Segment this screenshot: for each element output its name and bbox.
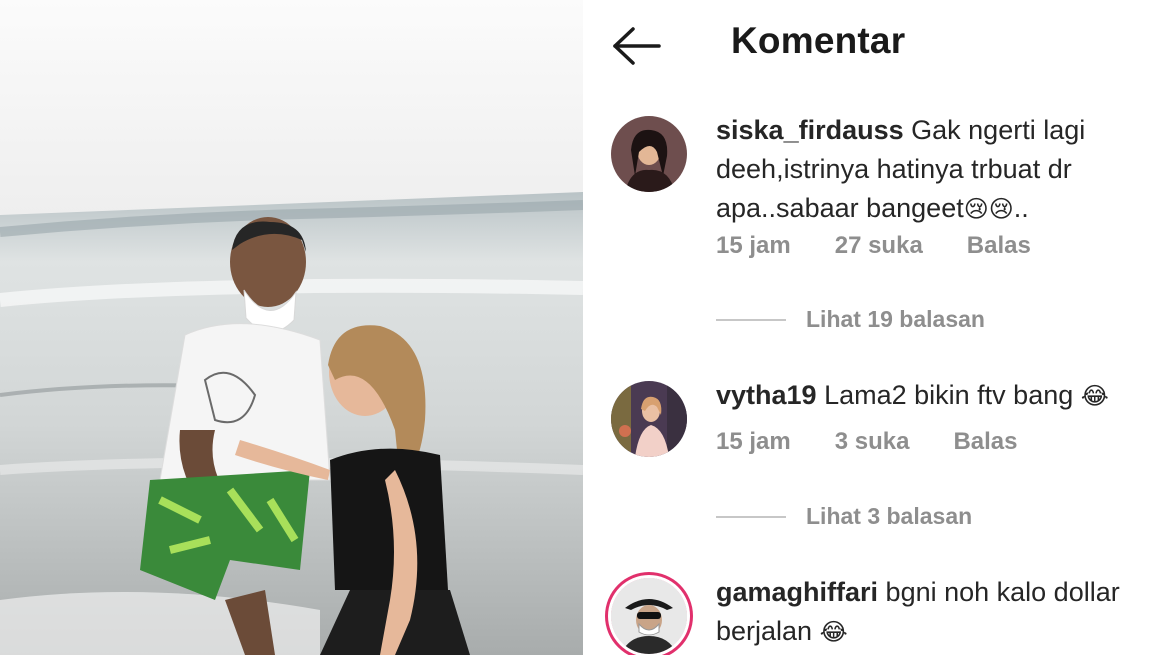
arrow-left-icon <box>613 27 661 65</box>
beach-photo <box>0 0 583 655</box>
comment-time: 15 jam <box>716 428 791 455</box>
comment-username[interactable]: gamaghiffari <box>716 577 878 607</box>
laughing-emoji: 😂 <box>819 618 848 646</box>
view-replies-link[interactable]: Lihat 19 balasan <box>716 306 985 333</box>
page-title: Komentar <box>731 20 906 61</box>
reply-button[interactable]: Balas <box>967 232 1031 260</box>
comment-body: Lama2 bikin ftv bang <box>824 380 1074 410</box>
comment-text: vytha19 Lama2 bikin ftv bang 😂 <box>716 376 1156 416</box>
comment-username[interactable]: vytha19 <box>716 380 817 410</box>
divider <box>716 318 786 321</box>
view-replies-label: Lihat 3 balasan <box>806 503 973 529</box>
comment-text: siska_firdauss Gak ngerti lagi deeh,istr… <box>716 111 1156 229</box>
view-replies-label: Lihat 19 balasan <box>806 306 985 332</box>
comment-text: gamaghiffari bgni noh kalo dollar berjal… <box>716 573 1156 652</box>
comment-likes[interactable]: 3 suka <box>835 428 910 456</box>
comment-username[interactable]: siska_firdauss <box>716 115 904 145</box>
comment-suffix: .. <box>1013 193 1029 223</box>
comments-panel: Komentar siska_firdauss Gak ngerti lagi … <box>583 0 1165 655</box>
crying-emoji: 😢😢 <box>963 195 1014 223</box>
back-button[interactable] <box>611 26 663 66</box>
header-bar: Komentar <box>583 0 1165 92</box>
reply-button[interactable]: Balas <box>953 428 1017 456</box>
comment-meta: 15 jam 3 suka Balas <box>716 428 1061 456</box>
avatar[interactable] <box>611 116 687 192</box>
avatar[interactable] <box>611 578 687 654</box>
comment-meta: 15 jam 27 suka Balas <box>716 232 1075 260</box>
avatar[interactable] <box>611 381 687 457</box>
view-replies-link[interactable]: Lihat 3 balasan <box>716 503 972 530</box>
laughing-emoji: 😂 <box>1080 382 1109 410</box>
comment-likes[interactable]: 27 suka <box>835 232 923 260</box>
comment-time: 15 jam <box>716 232 791 259</box>
divider <box>716 515 786 518</box>
